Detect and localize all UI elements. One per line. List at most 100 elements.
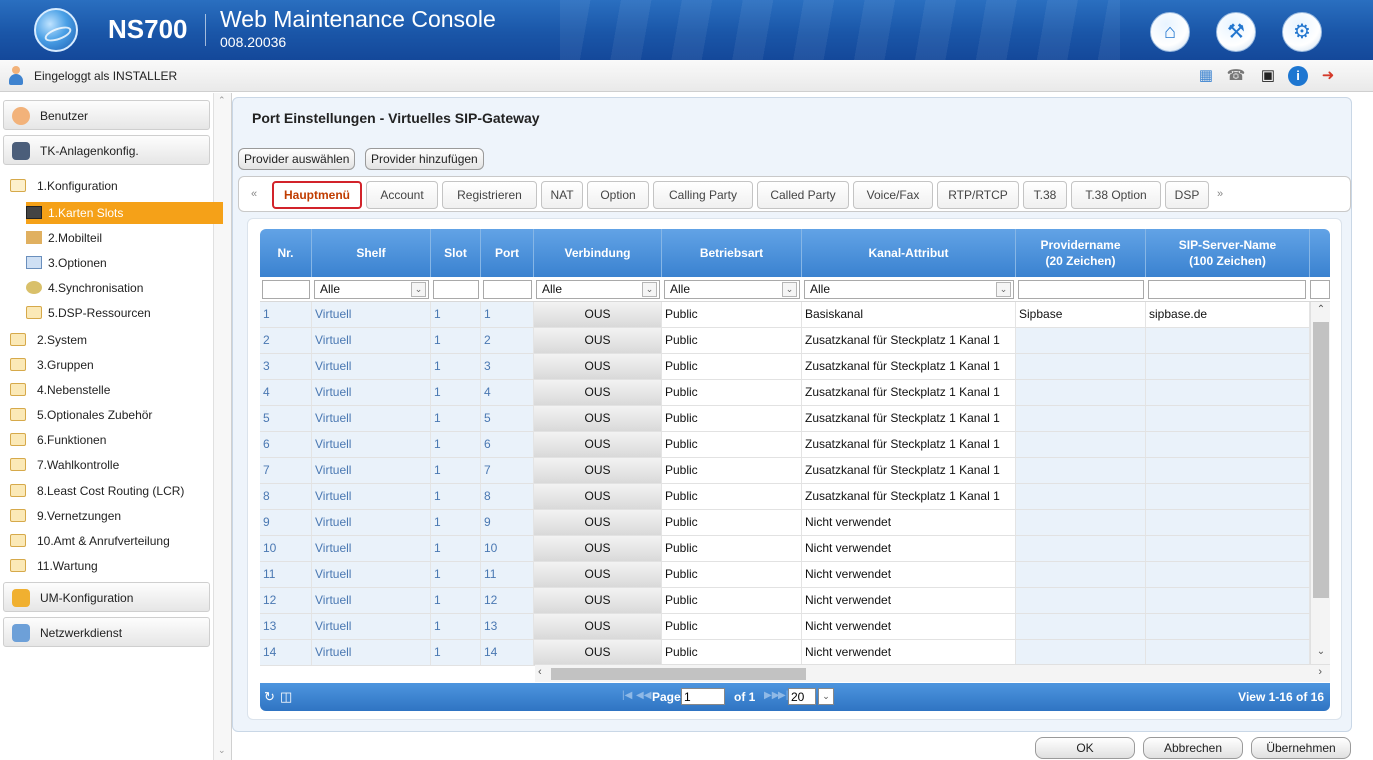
cell-port[interactable]: 14: [481, 640, 534, 665]
settings-icon[interactable]: ⚙: [1282, 12, 1322, 52]
cell-shelf[interactable]: Virtuell: [312, 484, 431, 509]
cell-kanal[interactable]: Nicht verwendet: [802, 640, 1016, 665]
cell-slot[interactable]: 1: [431, 432, 481, 457]
cell-shelf[interactable]: Virtuell: [312, 588, 431, 613]
filter-slot-input[interactable]: [433, 280, 479, 299]
tab-voice-fax[interactable]: Voice/Fax: [853, 181, 933, 209]
cell-kanal[interactable]: Nicht verwendet: [802, 614, 1016, 639]
cell-verbindung[interactable]: OUS: [534, 640, 662, 665]
cell-provider[interactable]: [1016, 562, 1146, 587]
cell-nr[interactable]: 14: [260, 640, 312, 665]
cell-shelf[interactable]: Virtuell: [312, 458, 431, 483]
cell-provider[interactable]: [1016, 510, 1146, 535]
sidebar-item-lcr[interactable]: 8.Least Cost Routing (LCR): [10, 480, 210, 502]
cell-server[interactable]: sipbase.de: [1146, 302, 1310, 327]
cell-port[interactable]: 10: [481, 536, 534, 561]
filter-betriebsart-select[interactable]: Alle ⌄: [664, 280, 800, 299]
cell-betriebsart[interactable]: Public: [662, 588, 802, 613]
table-row[interactable]: 3 Virtuell 1 3 OUS Public Zusatzkanal für Stec…: [260, 354, 1310, 380]
tab-calling-party[interactable]: Calling Party: [653, 181, 753, 209]
filter-verbindung-select[interactable]: Alle ⌄: [536, 280, 660, 299]
filter-nr-input[interactable]: [262, 280, 310, 299]
filter-provider-input[interactable]: [1018, 280, 1144, 299]
cell-port[interactable]: 1: [481, 302, 534, 327]
cell-port[interactable]: 9: [481, 510, 534, 535]
table-row[interactable]: 1 Virtuell 1 1 OUS Public Basiskanal Sipbase sip…: [260, 302, 1310, 328]
sidebar-sub-synchronisation[interactable]: 4.Synchronisation: [26, 277, 223, 299]
sidebar-item-amt[interactable]: 10.Amt & Anrufverteilung: [10, 530, 210, 552]
table-row[interactable]: 2 Virtuell 1 2 OUS Public Zusatzkanal für Stec…: [260, 328, 1310, 354]
tab-account[interactable]: Account: [366, 181, 438, 209]
cell-nr[interactable]: 4: [260, 380, 312, 405]
cell-slot[interactable]: 1: [431, 614, 481, 639]
cell-port[interactable]: 3: [481, 354, 534, 379]
first-page-icon[interactable]: |◀: [622, 690, 632, 701]
cell-shelf[interactable]: Virtuell: [312, 614, 431, 639]
cell-provider[interactable]: [1016, 354, 1146, 379]
cell-verbindung[interactable]: OUS: [534, 406, 662, 431]
cell-verbindung[interactable]: OUS: [534, 380, 662, 405]
scroll-down-icon[interactable]: ⌄: [218, 745, 226, 756]
cell-betriebsart[interactable]: Public: [662, 302, 802, 327]
cell-port[interactable]: 12: [481, 588, 534, 613]
filter-port-input[interactable]: [483, 280, 532, 299]
sidebar-section-um[interactable]: UM-Konfiguration: [3, 582, 210, 612]
table-row[interactable]: 14 Virtuell 1 14 OUS Public Nicht verwendet: [260, 640, 1310, 666]
cell-betriebsart[interactable]: Public: [662, 536, 802, 561]
sidebar-sub-dsp[interactable]: 5.DSP-Ressourcen: [26, 302, 223, 324]
cell-shelf[interactable]: Virtuell: [312, 354, 431, 379]
cell-slot[interactable]: 1: [431, 562, 481, 587]
cell-provider[interactable]: [1016, 432, 1146, 457]
cell-server[interactable]: [1146, 640, 1310, 665]
column-header-verbindung[interactable]: Verbindung: [534, 229, 662, 277]
ok-button[interactable]: OK: [1035, 737, 1135, 759]
cell-shelf[interactable]: Virtuell: [312, 302, 431, 327]
cell-verbindung[interactable]: OUS: [534, 432, 662, 457]
cell-server[interactable]: [1146, 588, 1310, 613]
home-icon[interactable]: ⌂: [1150, 12, 1190, 52]
cell-betriebsart[interactable]: Public: [662, 640, 802, 665]
sidebar-item-system[interactable]: 2.System: [10, 329, 210, 351]
cell-betriebsart[interactable]: Public: [662, 328, 802, 353]
table-row[interactable]: 12 Virtuell 1 12 OUS Public Nicht verwendet: [260, 588, 1310, 614]
cell-port[interactable]: 7: [481, 458, 534, 483]
cell-shelf[interactable]: Virtuell: [312, 510, 431, 535]
calendar-icon[interactable]: ▦: [1196, 66, 1216, 86]
column-header-sip-server[interactable]: SIP-Server-Name (100 Zeichen): [1146, 229, 1310, 277]
tab-dsp[interactable]: DSP: [1165, 181, 1209, 209]
cell-server[interactable]: [1146, 406, 1310, 431]
tab-prev-icon[interactable]: «: [244, 181, 264, 209]
table-row[interactable]: 11 Virtuell 1 11 OUS Public Nicht verwendet: [260, 562, 1310, 588]
filter-kanal-select[interactable]: Alle ⌄: [804, 280, 1014, 299]
cell-shelf[interactable]: Virtuell: [312, 640, 431, 665]
cell-provider[interactable]: [1016, 484, 1146, 509]
tab-next-icon[interactable]: »: [1210, 181, 1230, 209]
table-row[interactable]: 6 Virtuell 1 6 OUS Public Zusatzkanal für Stec…: [260, 432, 1310, 458]
tab-hauptmenue[interactable]: Hauptmenü: [272, 181, 362, 209]
cell-port[interactable]: 5: [481, 406, 534, 431]
cell-slot[interactable]: 1: [431, 406, 481, 431]
cell-provider[interactable]: [1016, 458, 1146, 483]
sidebar-section-tk[interactable]: TK-Anlagenkonfig.: [3, 135, 210, 165]
tab-t38[interactable]: T.38: [1023, 181, 1067, 209]
sidebar-item-funktionen[interactable]: 6.Funktionen: [10, 429, 210, 451]
cell-verbindung[interactable]: OUS: [534, 484, 662, 509]
cell-nr[interactable]: 8: [260, 484, 312, 509]
cell-nr[interactable]: 9: [260, 510, 312, 535]
cell-server[interactable]: [1146, 510, 1310, 535]
cell-shelf[interactable]: Virtuell: [312, 380, 431, 405]
tab-option[interactable]: Option: [587, 181, 649, 209]
cell-verbindung[interactable]: OUS: [534, 458, 662, 483]
cell-kanal[interactable]: Zusatzkanal für Steckplatz 1 Kanal 1: [802, 484, 1016, 509]
scroll-left-icon[interactable]: ‹: [538, 666, 542, 678]
cell-slot[interactable]: 1: [431, 380, 481, 405]
table-row[interactable]: 7 Virtuell 1 7 OUS Public Zusatzkanal für Stec…: [260, 458, 1310, 484]
cell-slot[interactable]: 1: [431, 302, 481, 327]
cell-slot[interactable]: 1: [431, 328, 481, 353]
cell-kanal[interactable]: Zusatzkanal für Steckplatz 1 Kanal 1: [802, 354, 1016, 379]
cell-kanal[interactable]: Zusatzkanal für Steckplatz 1 Kanal 1: [802, 432, 1016, 457]
cell-betriebsart[interactable]: Public: [662, 406, 802, 431]
phone-icon[interactable]: ☎: [1226, 66, 1246, 86]
cell-provider[interactable]: [1016, 640, 1146, 665]
cell-kanal[interactable]: Nicht verwendet: [802, 562, 1016, 587]
